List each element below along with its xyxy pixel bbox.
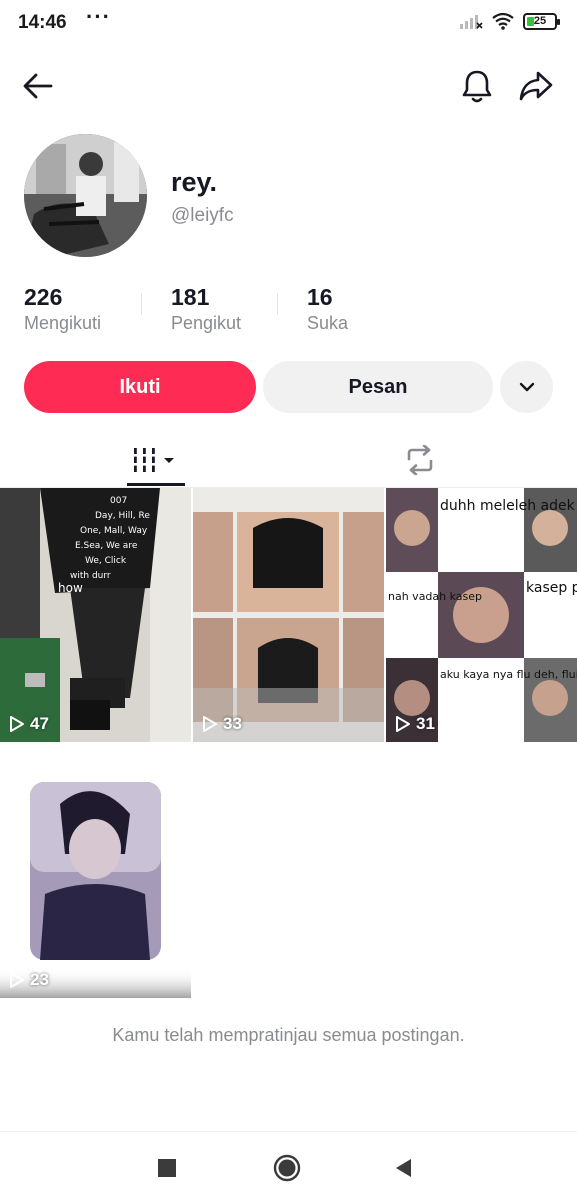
share-button[interactable] — [514, 64, 558, 108]
top-nav — [0, 60, 577, 112]
circle-icon — [273, 1154, 301, 1182]
stat-label: Pengikut — [171, 313, 242, 333]
play-icon — [10, 716, 24, 732]
tab-videos[interactable] — [104, 432, 204, 488]
status-bar: 14:46 ··· 25 — [0, 0, 577, 48]
signal-off-icon — [460, 15, 483, 29]
svg-text:with durr: with durr — [70, 571, 111, 581]
back-nav-button[interactable] — [382, 1146, 426, 1190]
follow-button[interactable]: Ikuti — [24, 361, 256, 413]
play-icon — [396, 716, 410, 732]
username: @leiyfc — [171, 205, 234, 226]
stat-divider — [141, 293, 142, 315]
profile-stats: 226 Mengikuti 181 Pengikut 16 Suka — [24, 283, 564, 339]
view-count: 31 — [416, 714, 435, 733]
play-count: 23 — [9, 970, 49, 990]
status-more-dots: ··· — [86, 4, 111, 29]
stat-likes[interactable]: 16 Suka — [307, 283, 348, 334]
avatar-image — [24, 134, 147, 257]
suggested-accounts-button[interactable] — [500, 361, 553, 413]
notification-bell-button[interactable] — [455, 64, 499, 108]
svg-text:E.Sea, We are: E.Sea, We are — [75, 541, 138, 551]
video-thumbnail-image — [193, 488, 384, 742]
stat-label: Suka — [307, 313, 349, 333]
stat-label: Mengikuti — [24, 313, 102, 333]
stat-following[interactable]: 226 Mengikuti — [24, 283, 101, 334]
bell-icon — [462, 70, 492, 103]
stat-value: 181 — [171, 284, 210, 310]
avatar[interactable] — [24, 134, 147, 257]
svg-text:We, Click: We, Click — [85, 556, 127, 566]
video-caption: kasep pisan uey — [526, 580, 577, 596]
end-of-posts-message: Kamu telah mempratinjau semua postingan. — [112, 1025, 465, 1045]
battery-level: 25 — [533, 15, 547, 27]
home-button[interactable] — [265, 1146, 309, 1190]
grid-bars-icon — [132, 448, 174, 472]
view-count: 33 — [223, 714, 242, 733]
play-count: 33 — [202, 714, 242, 734]
triangle-back-icon — [396, 1159, 411, 1177]
play-count: 31 — [395, 714, 435, 734]
arrow-left-icon — [23, 73, 53, 99]
svg-text:One, Mall, Way: One, Mall, Way — [80, 526, 148, 536]
status-indicators: 25 — [459, 12, 560, 30]
video-thumbnail[interactable]: 007 Day, Hill, Re One, Mall, Way E.Sea, … — [0, 488, 191, 742]
video-thumbnail-image: duhh meleleh adek bang kasep pisan uey n… — [386, 488, 577, 742]
repost-icon — [407, 445, 433, 475]
play-icon — [203, 716, 217, 732]
battery-icon: 25 — [523, 12, 560, 30]
system-nav-bar — [0, 1131, 577, 1200]
status-time: 14:46 — [18, 12, 67, 33]
share-arrow-icon — [519, 71, 553, 101]
video-thumbnail-image: 007 Day, Hill, Re One, Mall, Way E.Sea, … — [0, 488, 191, 742]
active-tab-indicator — [127, 483, 185, 486]
stat-value: 226 — [24, 284, 63, 310]
square-icon — [158, 1159, 176, 1177]
message-button[interactable]: Pesan — [263, 361, 493, 413]
video-thumbnail-image — [0, 744, 191, 998]
recents-button[interactable] — [145, 1146, 189, 1190]
display-name: rey. — [171, 167, 218, 197]
video-caption: how — [58, 581, 83, 595]
stat-followers[interactable]: 181 Pengikut — [171, 283, 241, 334]
play-count: 47 — [9, 714, 49, 734]
tab-reposts[interactable] — [370, 432, 470, 488]
video-caption: nah vadah kasep — [388, 590, 482, 603]
view-count: 47 — [30, 714, 49, 733]
video-caption: aku kaya nya flu deh, fluing love with y… — [440, 668, 577, 681]
profile-tabs — [0, 432, 577, 488]
svg-text:Day, Hill, Re: Day, Hill, Re — [95, 511, 150, 521]
play-icon — [10, 972, 24, 988]
chevron-down-icon — [519, 382, 534, 392]
video-thumbnail[interactable]: 33 — [193, 488, 384, 742]
video-caption: duhh meleleh adek bang — [440, 498, 577, 514]
video-thumbnail[interactable]: 23 — [0, 744, 191, 998]
view-count: 23 — [30, 970, 49, 989]
wifi-icon — [492, 12, 514, 30]
back-button[interactable] — [16, 64, 60, 108]
video-thumbnail[interactable]: duhh meleleh adek bang kasep pisan uey n… — [386, 488, 577, 742]
svg-text:007: 007 — [110, 496, 127, 506]
stat-value: 16 — [307, 284, 333, 310]
stat-divider — [277, 293, 278, 315]
